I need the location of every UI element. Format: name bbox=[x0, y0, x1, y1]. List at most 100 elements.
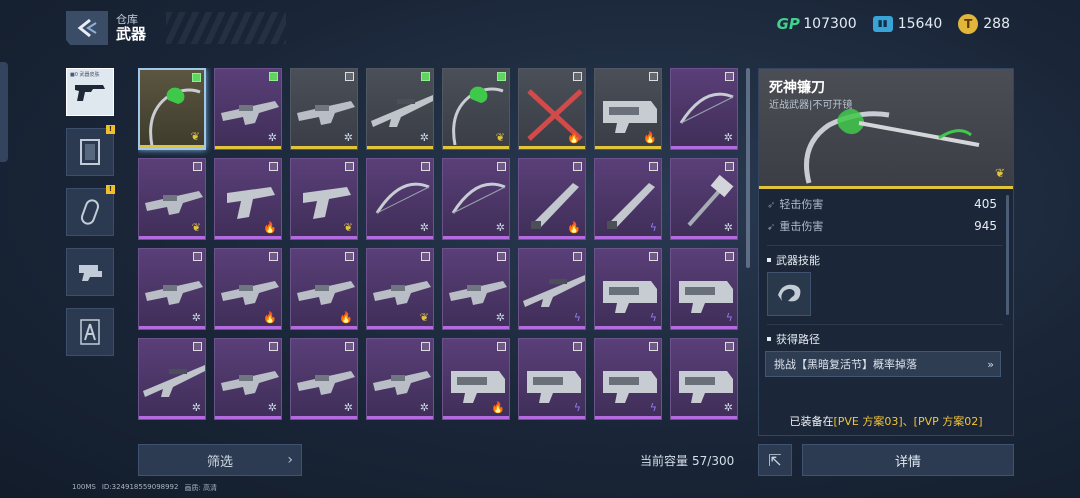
category-accessories[interactable]: ! bbox=[66, 185, 115, 236]
weapon-slot[interactable]: ✲ bbox=[366, 158, 434, 240]
checkbox[interactable] bbox=[497, 252, 506, 261]
ice-element-icon: ✲ bbox=[723, 401, 733, 414]
checkbox[interactable] bbox=[269, 342, 278, 351]
currency-coin: T 288 bbox=[958, 14, 1010, 34]
acquisition-source-button[interactable]: 挑战【黑暗复活节】概率掉落 » bbox=[765, 351, 1001, 377]
double-chevron-icon: » bbox=[987, 357, 994, 371]
skill-section-title: 武器技能 bbox=[767, 245, 1003, 268]
weapon-slot[interactable]: ✲ bbox=[366, 68, 434, 150]
weapon-slot[interactable]: 🔥 bbox=[594, 68, 662, 150]
weapon-slot[interactable]: ϟ bbox=[518, 338, 586, 420]
checkbox[interactable] bbox=[269, 252, 278, 261]
weapon-slot[interactable]: ✲ bbox=[670, 338, 738, 420]
stat-label: 轻击伤害 bbox=[779, 198, 824, 211]
checkbox[interactable] bbox=[421, 252, 430, 261]
detail-scrollbar[interactable] bbox=[1006, 195, 1009, 315]
rarity-bar bbox=[291, 236, 357, 239]
checkbox[interactable] bbox=[573, 252, 582, 261]
weapon-slot[interactable]: ✲ bbox=[366, 338, 434, 420]
category-parts[interactable] bbox=[66, 248, 114, 296]
weapon-slot[interactable]: ϟ bbox=[594, 248, 662, 330]
checked-checkbox[interactable] bbox=[497, 72, 506, 81]
weapon-slot[interactable]: ❦ bbox=[138, 68, 206, 150]
checkbox[interactable] bbox=[421, 342, 430, 351]
checkbox[interactable] bbox=[345, 342, 354, 351]
checkbox[interactable] bbox=[193, 252, 202, 261]
checkbox[interactable] bbox=[649, 252, 658, 261]
checked-checkbox[interactable] bbox=[269, 72, 278, 81]
category-compass[interactable] bbox=[66, 308, 114, 356]
checkbox[interactable] bbox=[193, 162, 202, 171]
weapon-skill-button[interactable] bbox=[767, 272, 811, 316]
weapon-slot[interactable]: ❦ bbox=[138, 158, 206, 240]
weapon-slot[interactable]: ϟ bbox=[594, 158, 662, 240]
weapon-slot[interactable]: ✲ bbox=[442, 158, 510, 240]
back-button[interactable] bbox=[66, 11, 108, 45]
checkbox[interactable] bbox=[649, 162, 658, 171]
weapon-slot[interactable]: ϟ bbox=[518, 248, 586, 330]
share-button[interactable]: ⇱ bbox=[758, 444, 792, 476]
checked-checkbox[interactable] bbox=[421, 72, 430, 81]
checkbox[interactable] bbox=[573, 72, 582, 81]
weapon-slot[interactable]: 🔥 bbox=[442, 338, 510, 420]
checkbox[interactable] bbox=[573, 162, 582, 171]
checkbox[interactable] bbox=[421, 162, 430, 171]
capsule-icon bbox=[80, 199, 100, 225]
checkbox[interactable] bbox=[649, 342, 658, 351]
details-button[interactable]: 详情 bbox=[802, 444, 1014, 476]
filter-button[interactable]: 筛选 › bbox=[138, 444, 302, 476]
weapon-slot[interactable]: ✲ bbox=[442, 248, 510, 330]
rarity-bar bbox=[291, 416, 357, 419]
checked-checkbox[interactable] bbox=[192, 73, 201, 82]
checkbox[interactable] bbox=[649, 72, 658, 81]
checkbox[interactable] bbox=[725, 342, 734, 351]
lightning-element-icon: ϟ bbox=[649, 401, 657, 414]
grid-scrollbar[interactable] bbox=[746, 68, 750, 268]
category-frames[interactable]: ! bbox=[66, 125, 115, 176]
part-icon bbox=[79, 265, 102, 281]
checkbox[interactable] bbox=[497, 342, 506, 351]
category-sidebar: ■0 武器皮肤 ! ! bbox=[66, 68, 116, 368]
weapon-slot[interactable]: ❦ bbox=[366, 248, 434, 330]
checkbox[interactable] bbox=[345, 252, 354, 261]
weapon-slot[interactable]: ✲ bbox=[670, 68, 738, 150]
weapon-slot[interactable]: ✲ bbox=[290, 338, 358, 420]
checkbox[interactable] bbox=[573, 342, 582, 351]
weapon-slot[interactable]: ✲ bbox=[138, 338, 206, 420]
rarity-bar bbox=[519, 146, 585, 149]
weapon-slot[interactable]: ϟ bbox=[670, 248, 738, 330]
currency-gp-value: 107300 bbox=[803, 16, 857, 32]
weapon-slot[interactable]: ϟ bbox=[594, 338, 662, 420]
checkbox[interactable] bbox=[345, 162, 354, 171]
weapon-slot[interactable]: 🔥 bbox=[518, 68, 586, 150]
capacity-label: 当前容量 bbox=[640, 454, 689, 468]
weapon-slot[interactable]: 🔥 bbox=[290, 248, 358, 330]
lightning-element-icon: ϟ bbox=[573, 311, 581, 324]
checkbox[interactable] bbox=[193, 342, 202, 351]
gold-coin-icon: T bbox=[958, 14, 979, 34]
weapon-slot[interactable]: ✲ bbox=[290, 68, 358, 150]
nature-element-icon: ❦ bbox=[495, 131, 505, 144]
checkbox[interactable] bbox=[725, 252, 734, 261]
weapon-slot[interactable]: 🔥 bbox=[518, 158, 586, 240]
weapon-slot[interactable]: ✲ bbox=[214, 68, 282, 150]
rarity-bar bbox=[519, 326, 585, 329]
checkbox[interactable] bbox=[269, 162, 278, 171]
weapon-slot[interactable]: ✲ bbox=[138, 248, 206, 330]
checkbox[interactable] bbox=[725, 72, 734, 81]
rarity-bar bbox=[443, 326, 509, 329]
rarity-bar bbox=[671, 236, 737, 239]
weapon-slot[interactable]: ✲ bbox=[214, 338, 282, 420]
weapon-slot[interactable]: 🔥 bbox=[214, 248, 282, 330]
checkbox[interactable] bbox=[725, 162, 734, 171]
weapon-slot[interactable]: 🔥 bbox=[214, 158, 282, 240]
ice-element-icon: ✲ bbox=[419, 131, 429, 144]
category-weapons[interactable]: ■0 武器皮肤 bbox=[66, 68, 114, 116]
weapon-slot[interactable]: ❦ bbox=[290, 158, 358, 240]
side-drawer-handle[interactable] bbox=[0, 62, 8, 162]
rarity-bar bbox=[139, 326, 205, 329]
weapon-slot[interactable]: ✲ bbox=[670, 158, 738, 240]
checkbox[interactable] bbox=[497, 162, 506, 171]
weapon-slot[interactable]: ❦ bbox=[442, 68, 510, 150]
checkbox[interactable] bbox=[345, 72, 354, 81]
